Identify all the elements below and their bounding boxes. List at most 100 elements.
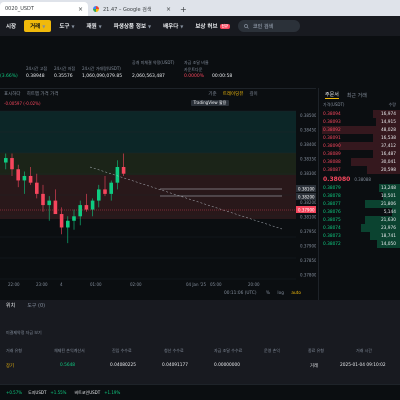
close-icon[interactable]: × [78,6,83,13]
row-qty: 5,144 [383,209,396,215]
candle-body [66,220,70,228]
bid-row[interactable]: 0.38079 13,248 [319,184,400,192]
candle-body [41,193,45,206]
bid-row[interactable]: 0.38078 10,501 [319,192,400,200]
bid-row[interactable]: 0.38073 18,741 [319,232,400,240]
footer-symbol[interactable]: 비트코인USDT [74,390,100,396]
chevron-down-icon: ▼ [42,23,46,29]
ask-row[interactable]: 0.38092 48,028 [319,126,400,134]
footer-change: +0.57% [6,390,23,395]
bottom-tabs: 위치 도구 (0) [0,302,51,312]
bid-row[interactable]: 0.38074 23,976 [319,224,400,232]
stat-value: 0.35576 [54,74,73,79]
ask-row[interactable]: 0.38091 16,538 [319,134,400,142]
mid-price: 0.38080 0.38088 [319,174,400,184]
nav-item-rewards-hub[interactable]: 보상 허브 신규 [189,22,236,30]
new-badge: 신규 [219,23,230,29]
col-header: 운영 손익 [264,348,280,353]
stat-label: 24시간 고점 [26,66,48,71]
price-tick: 0.38350 [300,157,316,162]
row-price: 0.38075 [323,217,341,223]
row-price: 0.38077 [323,201,341,207]
footer-change: +1.55% [50,390,67,395]
sub-tabs[interactable]: 미결제약정 자금 보기 [0,330,42,336]
row-price: 0.38090 [323,143,341,149]
candle-body [28,175,33,183]
close-icon[interactable]: × [166,6,171,13]
nav-item-finance[interactable]: 재원 ▼ [81,22,108,31]
stat-label: 카운트다운 [184,67,203,72]
ask-row[interactable]: 0.38089 16,487 [319,150,400,158]
tab-positions[interactable]: 위치 [0,302,21,312]
candle-body [90,200,95,210]
chevron-down-icon: ▼ [148,23,152,29]
row-qty: 23,976 [380,225,396,231]
ticker-strip: (3.66%) 24시간 고점 0.38948 24시간 저점 0.35576 … [0,36,240,88]
chart-footer: 00:11:06 (UTC) % log auto [224,291,301,296]
nav-item-trade[interactable]: 거래 ▼ [24,20,52,32]
row-price: 0.38091 [323,135,341,141]
price-tick: 0.37950 [300,229,316,234]
candlestick-chart[interactable]: 0.38500 0.38450 0.38400 0.38350 0.38300 0.382… [0,89,316,301]
chevron-down-icon: ▼ [98,23,102,29]
row-price: 0.38072 [323,241,341,247]
ask-row[interactable]: 0.38088 30,041 [319,158,400,166]
candle-body [22,175,27,181]
tab-recent-trades[interactable]: 최근 거래 [347,92,367,99]
candle-body [47,200,51,206]
bid-row[interactable]: 0.38072 14,050 [319,240,400,248]
bid-row[interactable]: 0.38075 21,630 [319,216,400,224]
time-tick: 02:00 [130,282,142,287]
cell-funding-fee: 0.00000000 [214,363,240,368]
time-tick: 04 Jan '25 [186,282,206,287]
log-toggle[interactable]: log [277,291,284,296]
search-input[interactable]: 코인 검색 [238,20,300,32]
price-badge-label: 0.38100 [298,187,315,192]
col-header: 거래 유형 [6,348,22,353]
bid-row[interactable]: 0.38077 21,806 [319,200,400,208]
row-price: 0.38076 [323,209,341,215]
candle-body [16,169,20,181]
browser-tab-trading[interactable]: 0020_USDT × [0,2,88,16]
nav-item-derivatives-info[interactable]: 파생상품 정보 ▼ [108,22,157,31]
ask-row[interactable]: 0.38090 37,412 [319,142,400,150]
chevron-down-icon: ▼ [71,23,75,29]
row-price: 0.38094 [323,111,341,117]
new-tab-button[interactable]: + [176,5,191,16]
mid-price-value: 0.38080 [323,175,351,183]
nav-item-tools[interactable]: 도구 ▼ [53,22,80,31]
screen: 0020_USDT × 21.47 – Google 검색 × + 시장 거래 ▼… [0,0,400,400]
price-badge-label: 0.38200 [298,195,315,200]
price-tick: 0.38500 [300,113,316,118]
candle-body [35,182,39,194]
footer-symbol[interactable]: 도지USDT [28,390,46,396]
ask-row[interactable]: 0.38087 20,598 [319,166,400,174]
col-header: 종료 유형 [308,348,324,353]
cell-entry-fee: 0.04080225 [110,363,136,368]
orderbook-tabs: 주문서 최근 거래 [319,88,400,102]
stat-label: 공개 미체결 약정(USDT) [132,60,175,65]
chevron-down-icon: ▼ [180,23,184,29]
search-icon [244,23,249,29]
browser-tab-google[interactable]: 21.47 – Google 검색 × [88,2,176,16]
row-price: 0.38093 [323,119,341,125]
time-tick: 22:00 [8,282,20,287]
stat-value: 2,060,563,487 [132,74,165,79]
ask-row[interactable]: 0.38094 16,974 [319,110,400,118]
candle-body [115,167,120,183]
time-tick: 01:00 [90,282,102,287]
header-price: 가격(USDT) [323,102,345,107]
tab-tools[interactable]: 도구 (0) [21,302,51,312]
auto-toggle[interactable]: auto [291,291,301,296]
footer-ticker: +0.57% 도지USDT +1.55% 비트코인USDT +1.19% [0,384,400,400]
nav-label: 재원 [86,24,97,30]
ask-row[interactable]: 0.38093 14,915 [319,118,400,126]
nav-item-market[interactable]: 시장 [0,22,22,30]
col-header: 자금 조달 수수료 [214,348,243,353]
tab-order-book[interactable]: 주문서 [325,91,339,99]
nav-item-learn[interactable]: 배우다 ▼ [157,22,189,31]
bid-row[interactable]: 0.38076 5,144 [319,208,400,216]
candle-body [53,200,58,215]
percent-toggle[interactable]: % [266,291,270,296]
chart-time: 00:11:06 (UTC) [224,291,257,296]
